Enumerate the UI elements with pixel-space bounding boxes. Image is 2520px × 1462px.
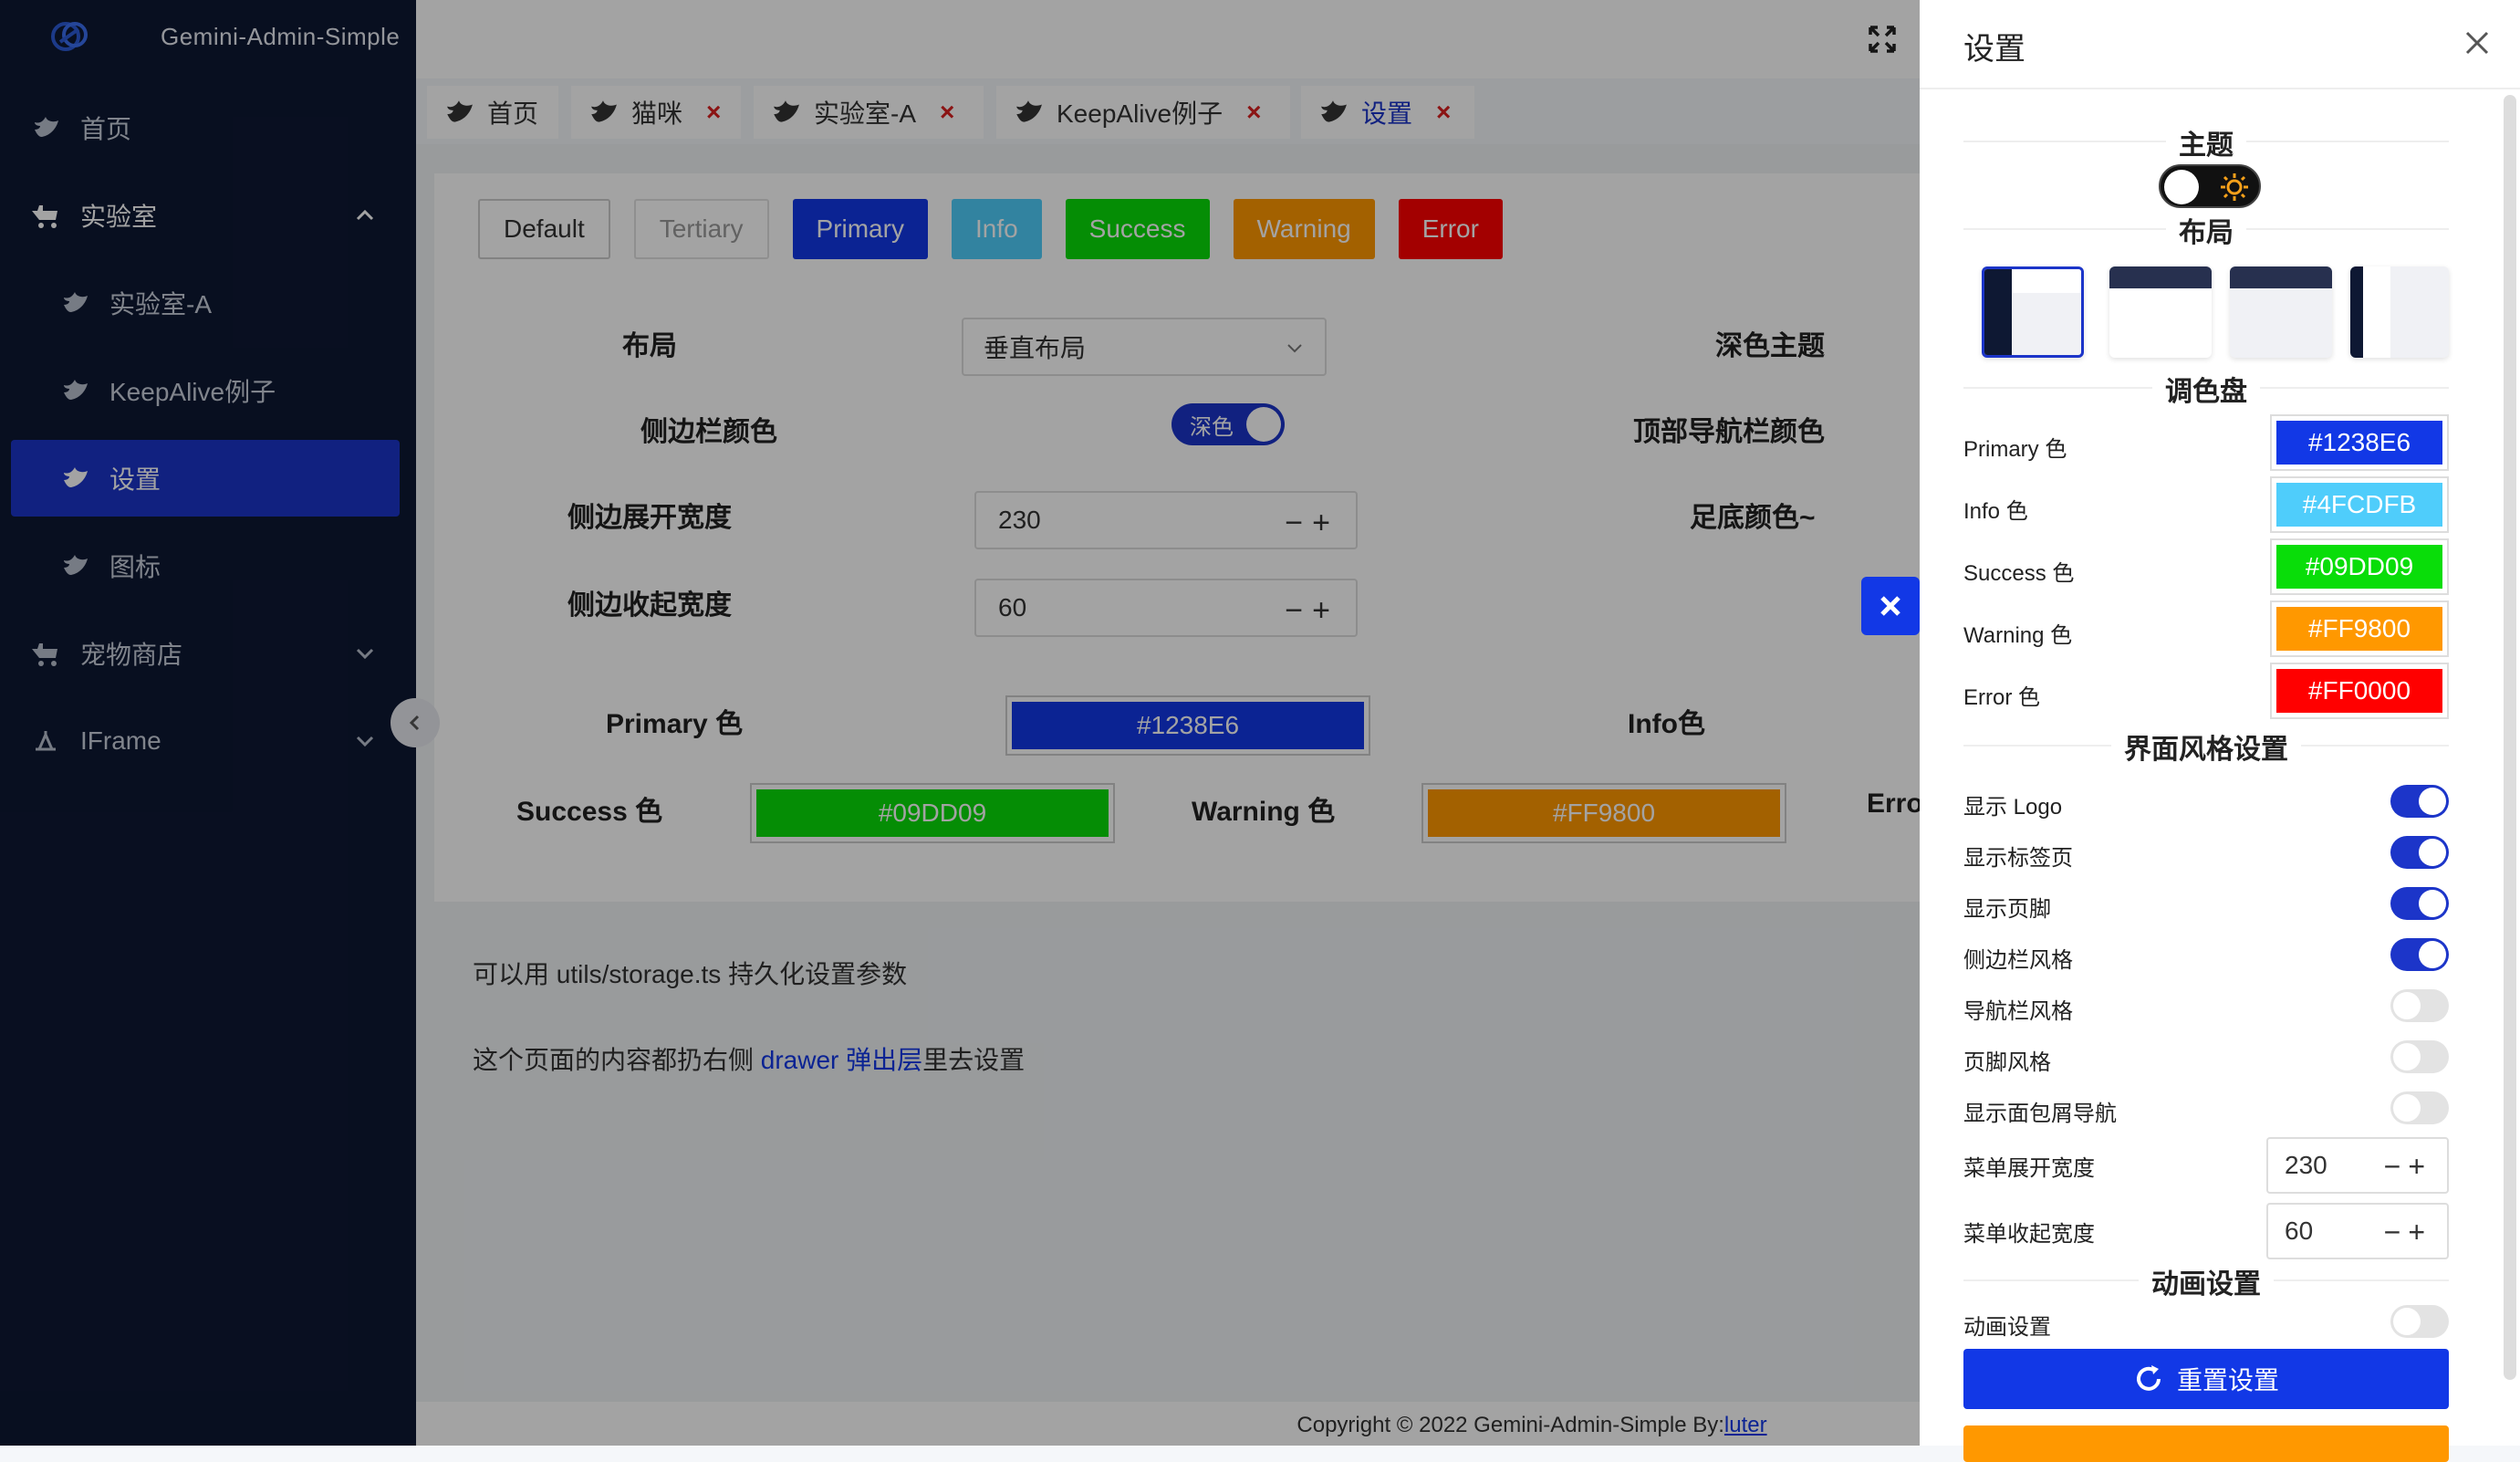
palette-value: #FF0000 <box>2276 669 2442 713</box>
settings-drawer: 设置 主题 布局 调色盘 Primary 色 #1238E6 Info 色 #4… <box>1920 0 2520 1462</box>
menu-expand-row: 菜单展开宽度 230 −+ <box>1963 1137 2449 1194</box>
section-title: 主题 <box>2166 131 2246 161</box>
palette-label: Error 色 <box>1963 685 2040 710</box>
drawer-title: 设置 <box>1963 32 2025 67</box>
section-theme: 主题 <box>1963 122 2449 161</box>
palette-value: #4FCDFB <box>2276 483 2442 527</box>
toggle-row-footer: 显示页脚 <box>1963 883 2449 924</box>
reset-label: 重置设置 <box>2176 1366 2279 1394</box>
menu-collapse-value: 60 <box>2285 1217 2314 1245</box>
toggle-label: 导航栏风格 <box>1963 999 2073 1024</box>
palette-row-error: Error 色 #FF0000 <box>1963 663 2449 719</box>
section-title: 界面风格设置 <box>2111 735 2301 765</box>
reset-settings-button[interactable]: 重置设置 <box>1963 1349 2449 1409</box>
section-title: 布局 <box>2166 218 2246 248</box>
stepper-icon[interactable]: −+ <box>2384 1216 2432 1249</box>
footer-style-toggle[interactable] <box>2390 1040 2449 1073</box>
menu-collapse-input[interactable]: 60 −+ <box>2266 1203 2449 1259</box>
toggle-row-logo: 显示 Logo <box>1963 781 2449 821</box>
toggle-row-navbar-style: 导航栏风格 <box>1963 986 2449 1026</box>
palette-value: #1238E6 <box>2276 421 2442 465</box>
toggle-label: 显示标签页 <box>1963 846 2073 871</box>
palette-row-primary: Primary 色 #1238E6 <box>1963 414 2449 471</box>
show-footer-toggle[interactable] <box>2390 887 2449 920</box>
toggle-label: 侧边栏风格 <box>1963 948 2073 973</box>
section-title: 动画设置 <box>2139 1269 2274 1300</box>
toggle-row-sidebar-style: 侧边栏风格 <box>1963 935 2449 975</box>
show-logo-toggle[interactable] <box>2390 785 2449 818</box>
copy-settings-button[interactable] <box>1963 1425 2449 1462</box>
palette-picker[interactable]: #09DD09 <box>2270 538 2449 595</box>
toggle-label: 页脚风格 <box>1963 1050 2051 1075</box>
refresh-icon <box>2137 1365 2161 1391</box>
sun-icon <box>2221 173 2248 201</box>
menu-collapse-label: 菜单收起宽度 <box>1963 1222 2095 1247</box>
section-animation: 动画设置 <box>1963 1261 2449 1300</box>
toggle-label: 显示 Logo <box>1963 795 2063 820</box>
toggle-label: 动画设置 <box>1963 1315 2051 1340</box>
menu-expand-input[interactable]: 230 −+ <box>2266 1137 2449 1194</box>
drawer-close-floating-button[interactable] <box>1861 577 1920 635</box>
layout-option-left-sidebar[interactable] <box>1982 266 2084 358</box>
palette-row-warning: Warning 色 #FF9800 <box>1963 600 2449 657</box>
section-ui-style: 界面风格设置 <box>1963 726 2449 765</box>
palette-picker[interactable]: #1238E6 <box>2270 414 2449 471</box>
layout-option-top-nav[interactable] <box>2109 266 2212 358</box>
toggle-row-tabs: 显示标签页 <box>1963 832 2449 872</box>
sidebar-style-toggle[interactable] <box>2390 938 2449 971</box>
menu-collapse-row: 菜单收起宽度 60 −+ <box>1963 1203 2449 1259</box>
section-title: 调色盘 <box>2152 377 2260 407</box>
toggle-row-breadcrumb: 显示面包屑导航 <box>1963 1088 2449 1128</box>
palette-value: #FF9800 <box>2276 607 2442 651</box>
palette-label: Primary 色 <box>1963 437 2067 462</box>
layout-option-top-dark[interactable] <box>2230 266 2332 358</box>
drawer-scrollbar[interactable] <box>2504 95 2516 1380</box>
menu-expand-label: 菜单展开宽度 <box>1963 1156 2095 1181</box>
palette-row-info: Info 色 #4FCDFB <box>1963 476 2449 533</box>
navbar-style-toggle[interactable] <box>2390 989 2449 1022</box>
drawer-header: 设置 <box>1920 0 2520 89</box>
close-icon[interactable] <box>2462 27 2493 58</box>
close-icon <box>1880 596 1900 616</box>
toggle-knob <box>2164 170 2199 204</box>
toggle-label: 显示面包屑导航 <box>1963 1102 2117 1126</box>
palette-label: Info 色 <box>1963 499 2028 524</box>
toggle-label: 显示页脚 <box>1963 897 2051 922</box>
palette-label: Warning 色 <box>1963 623 2073 648</box>
menu-expand-value: 230 <box>2285 1151 2327 1179</box>
layout-option-mixed[interactable] <box>2350 266 2449 358</box>
toggle-row-footer-style: 页脚风格 <box>1963 1037 2449 1077</box>
section-layout: 布局 <box>1963 210 2449 248</box>
section-palette: 调色盘 <box>1963 369 2449 407</box>
stepper-icon[interactable]: −+ <box>2384 1150 2432 1184</box>
theme-toggle[interactable] <box>2159 164 2261 208</box>
palette-picker[interactable]: #FF0000 <box>2270 663 2449 719</box>
modal-overlay[interactable] <box>0 0 1920 1446</box>
palette-label: Success 色 <box>1963 561 2075 586</box>
animation-toggle[interactable] <box>2390 1305 2449 1338</box>
palette-picker[interactable]: #4FCDFB <box>2270 476 2449 533</box>
breadcrumb-toggle[interactable] <box>2390 1091 2449 1124</box>
toggle-row-animation: 动画设置 <box>1963 1301 2449 1342</box>
palette-value: #09DD09 <box>2276 545 2442 589</box>
show-tabs-toggle[interactable] <box>2390 836 2449 869</box>
palette-picker[interactable]: #FF9800 <box>2270 600 2449 657</box>
palette-row-success: Success 色 #09DD09 <box>1963 538 2449 595</box>
